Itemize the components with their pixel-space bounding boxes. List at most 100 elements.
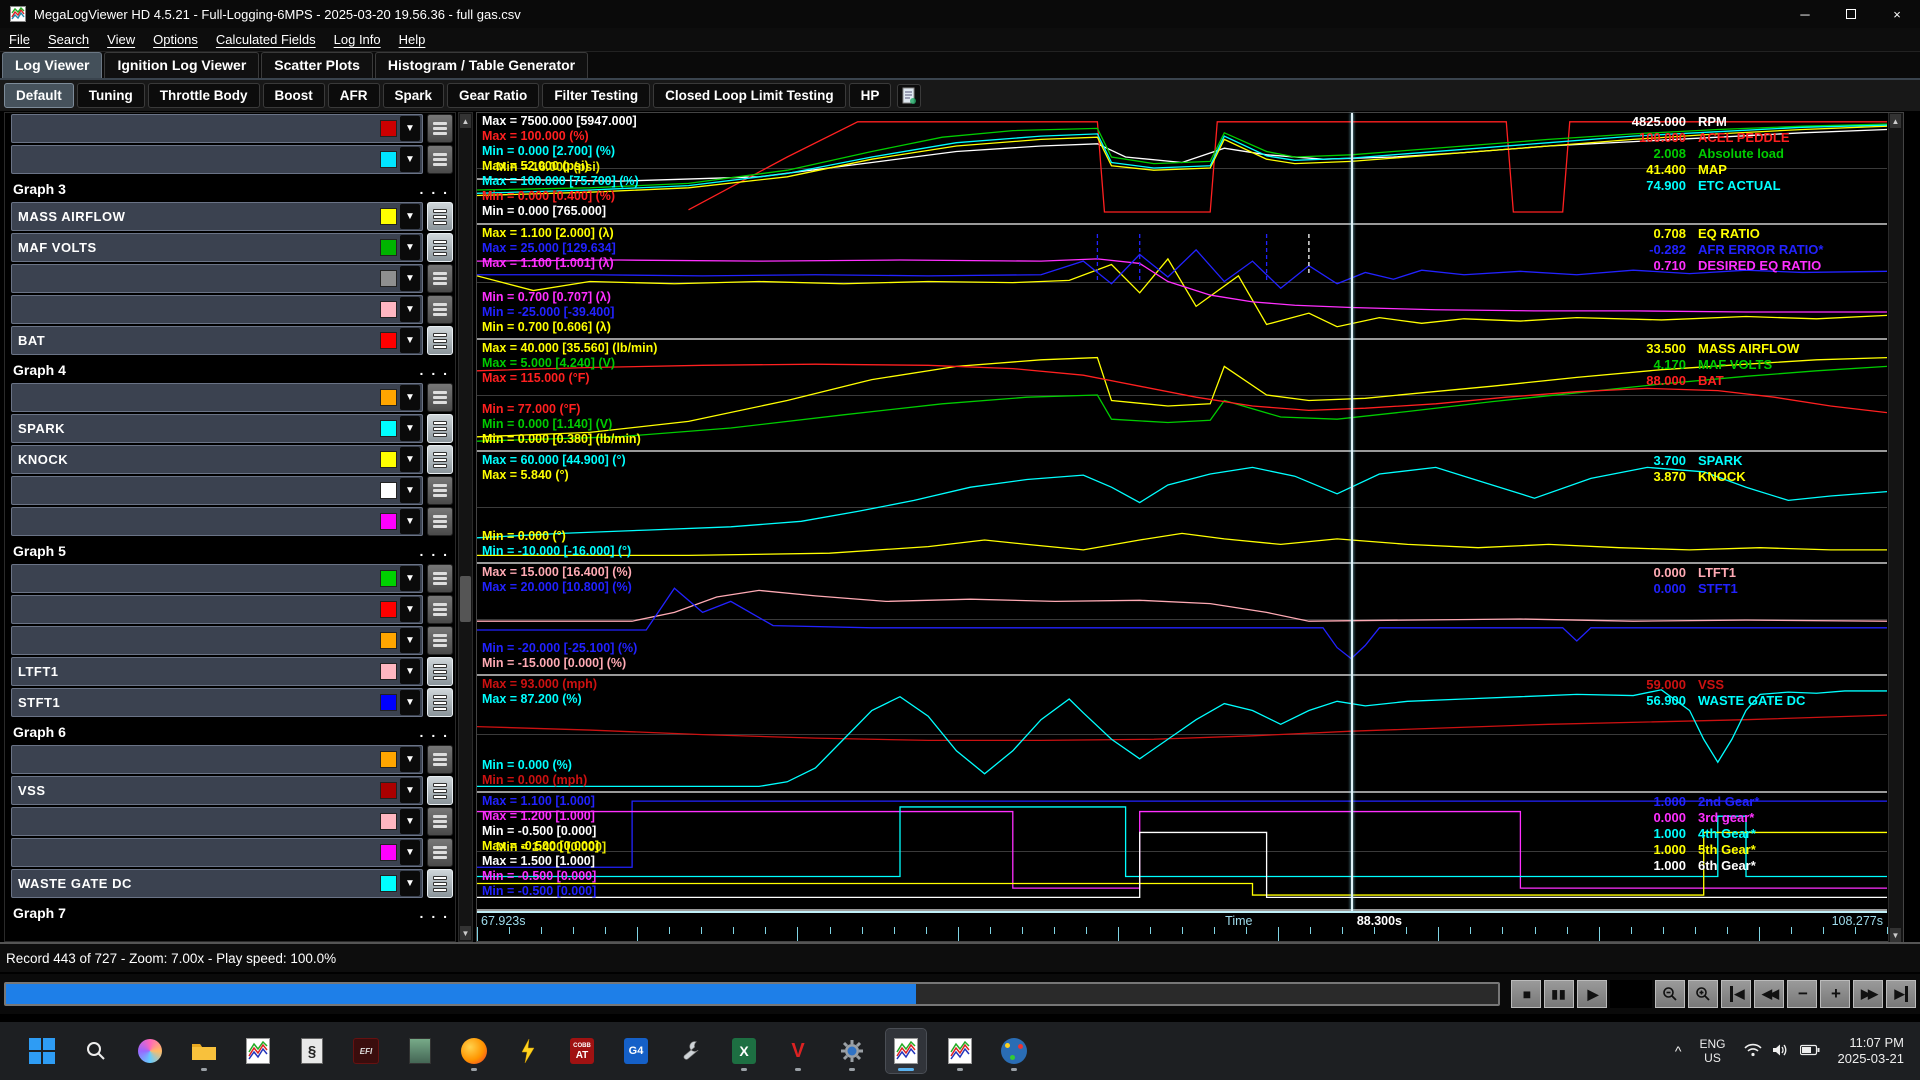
graph-panel-2[interactable]: Max = 1.100 [2.000] (λ)Max = 25.000 [129…	[477, 225, 1887, 340]
chevron-down-icon[interactable]: ▼	[400, 659, 420, 684]
channel-menu-button[interactable]	[427, 745, 453, 774]
volume-icon[interactable]	[1772, 1043, 1790, 1060]
skip-end-button[interactable]: ▶	[1886, 980, 1916, 1008]
maximize-button[interactable]	[1828, 0, 1874, 28]
channel-color-swatch[interactable]	[380, 301, 397, 318]
green-app-icon[interactable]	[400, 1029, 440, 1073]
v-app-icon[interactable]: V	[778, 1029, 818, 1073]
file-explorer-icon[interactable]	[184, 1029, 224, 1073]
channel-menu-button[interactable]	[427, 564, 453, 593]
channel-menu-button[interactable]	[427, 114, 453, 143]
tab-histogram-table-generator[interactable]: Histogram / Table Generator	[375, 52, 588, 78]
cobb-accessport-icon[interactable]: COBBAT	[562, 1029, 602, 1073]
graph-panel-5[interactable]: Max = 15.000 [16.400] (%)Max = 20.000 [1…	[477, 564, 1887, 676]
battery-icon[interactable]	[1800, 1044, 1820, 1059]
rewind-button[interactable]: ◀◀	[1754, 980, 1784, 1008]
skip-start-button[interactable]: ◀	[1721, 980, 1751, 1008]
channel-color-swatch[interactable]	[380, 751, 397, 768]
chevron-down-icon[interactable]: ▼	[400, 328, 420, 353]
start-button[interactable]	[22, 1029, 62, 1073]
channel-menu-button[interactable]	[427, 807, 453, 836]
channel-select[interactable]: KNOCK▼	[11, 445, 423, 474]
channel-menu-button[interactable]	[427, 507, 453, 536]
pause-button[interactable]: ▮▮	[1544, 980, 1574, 1008]
channel-menu-button[interactable]	[427, 233, 453, 262]
channel-menu-button[interactable]	[427, 688, 453, 717]
zoom-out-button[interactable]	[1655, 980, 1685, 1008]
channel-color-swatch[interactable]	[380, 782, 397, 799]
channel-select[interactable]: ▼	[11, 626, 423, 655]
graph-panel-4[interactable]: Max = 60.000 [44.900] (°)Max = 5.840 (°)…	[477, 452, 1887, 564]
chevron-down-icon[interactable]: ▼	[400, 566, 420, 591]
channel-menu-button[interactable]	[427, 838, 453, 867]
chevron-down-icon[interactable]: ▼	[400, 147, 420, 172]
channel-color-swatch[interactable]	[380, 632, 397, 649]
channel-select[interactable]: MAF VOLTS▼	[11, 233, 423, 262]
channel-color-swatch[interactable]	[380, 844, 397, 861]
group-options-button[interactable]: . . .	[420, 724, 449, 740]
channel-select[interactable]: SPARK▼	[11, 414, 423, 443]
lightning-app-icon[interactable]	[508, 1029, 548, 1073]
channel-select[interactable]: LTFT1▼	[11, 657, 423, 686]
chevron-down-icon[interactable]: ▼	[400, 597, 420, 622]
chevron-down-icon[interactable]: ▼	[400, 478, 420, 503]
megalogviewer-2-icon[interactable]	[940, 1029, 980, 1073]
subtab-tuning[interactable]: Tuning	[77, 83, 145, 108]
scroll-up-icon[interactable]: ▲	[460, 114, 471, 128]
chevron-down-icon[interactable]: ▼	[400, 447, 420, 472]
tab-scatter-plots[interactable]: Scatter Plots	[261, 52, 373, 78]
channel-select[interactable]: ▼	[11, 595, 423, 624]
chevron-down-icon[interactable]: ▼	[400, 297, 420, 322]
group-options-button[interactable]: . . .	[420, 181, 449, 197]
channel-menu-button[interactable]	[427, 657, 453, 686]
channel-select[interactable]: STFT1▼	[11, 688, 423, 717]
paint-icon[interactable]	[994, 1029, 1034, 1073]
graph-panel-6[interactable]: Max = 93.000 (mph)Max = 87.200 (%)Min = …	[477, 676, 1887, 793]
subtab-filter-testing[interactable]: Filter Testing	[542, 83, 650, 108]
subtab-spark[interactable]: Spark	[383, 83, 445, 108]
minimize-button[interactable]: ─	[1782, 0, 1828, 28]
subtab-gear-ratio[interactable]: Gear Ratio	[447, 83, 539, 108]
megalogviewer-icon[interactable]	[886, 1029, 926, 1073]
chevron-down-icon[interactable]: ▼	[400, 778, 420, 803]
channel-color-swatch[interactable]	[380, 663, 397, 680]
speed-down-button[interactable]: −	[1787, 980, 1817, 1008]
channel-select[interactable]: WASTE GATE DC▼	[11, 869, 423, 898]
menu-item-options[interactable]: Options	[144, 30, 207, 49]
playback-progress[interactable]	[4, 982, 1500, 1006]
menu-item-view[interactable]: View	[98, 30, 144, 49]
channel-color-swatch[interactable]	[380, 513, 397, 530]
channel-select[interactable]: ▼	[11, 264, 423, 293]
log-chart-area[interactable]: Max = 7500.000 [5947.000]Max = 100.000 (…	[476, 112, 1904, 942]
channel-color-swatch[interactable]	[380, 208, 397, 225]
chevron-down-icon[interactable]: ▼	[400, 235, 420, 260]
channel-menu-button[interactable]	[427, 626, 453, 655]
channel-select[interactable]: BAT▼	[11, 326, 423, 355]
subtab-boost[interactable]: Boost	[263, 83, 325, 108]
close-button[interactable]: ×	[1874, 0, 1920, 28]
group-options-button[interactable]: . . .	[420, 362, 449, 378]
tray-chevron-icon[interactable]: ^	[1675, 1043, 1682, 1059]
channel-menu-button[interactable]	[427, 595, 453, 624]
channel-color-swatch[interactable]	[380, 270, 397, 287]
menu-item-file[interactable]: File	[0, 30, 39, 49]
tab-log-viewer[interactable]: Log Viewer	[2, 52, 102, 78]
channel-color-swatch[interactable]	[380, 239, 397, 256]
channel-color-swatch[interactable]	[380, 389, 397, 406]
channel-menu-button[interactable]	[427, 869, 453, 898]
channel-color-swatch[interactable]	[380, 332, 397, 349]
channel-menu-button[interactable]	[427, 326, 453, 355]
language-indicator[interactable]: ENG US	[1699, 1037, 1725, 1065]
scroll-down-icon[interactable]: ▼	[460, 926, 471, 940]
efi-app-icon[interactable]: EFI	[346, 1029, 386, 1073]
scroll-down-icon[interactable]: ▼	[1890, 928, 1901, 942]
play-button[interactable]: ▶	[1577, 980, 1607, 1008]
channel-color-swatch[interactable]	[380, 875, 397, 892]
channel-color-swatch[interactable]	[380, 570, 397, 587]
graph-panel-3[interactable]: Max = 40.000 [35.560] (lb/min)Max = 5.00…	[477, 340, 1887, 452]
channel-select[interactable]: MASS AIRFLOW▼	[11, 202, 423, 231]
channel-select[interactable]: ▼	[11, 838, 423, 867]
group-options-button[interactable]: . . .	[420, 905, 449, 921]
chevron-down-icon[interactable]: ▼	[400, 266, 420, 291]
channel-select[interactable]: ▼	[11, 507, 423, 536]
